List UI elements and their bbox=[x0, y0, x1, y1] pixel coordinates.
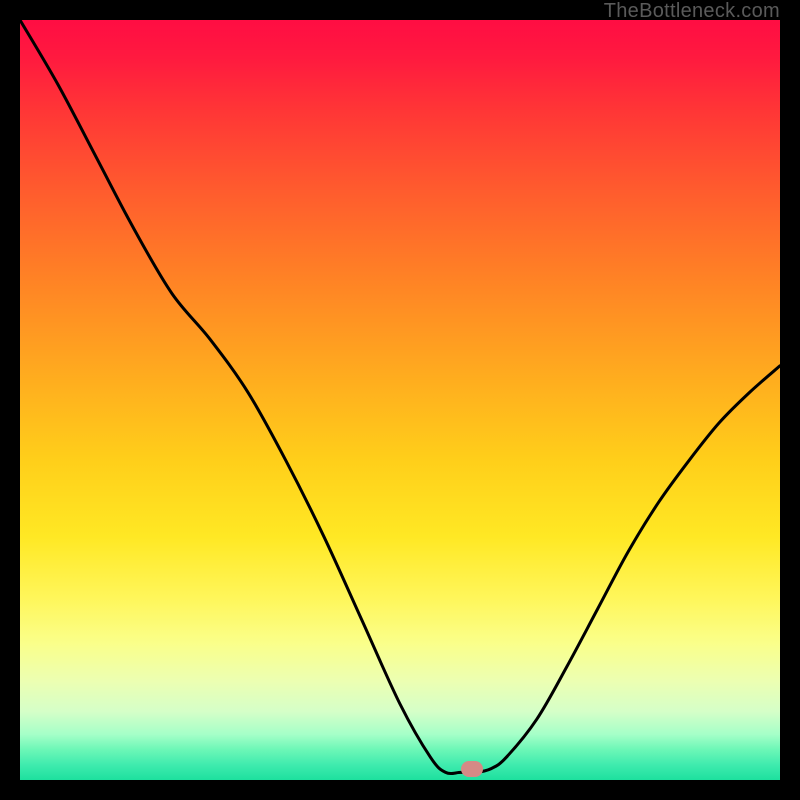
bottleneck-curve bbox=[20, 20, 780, 774]
bottleneck-chart: TheBottleneck.com bbox=[0, 0, 800, 800]
curve-layer bbox=[20, 20, 780, 780]
plot-area bbox=[20, 20, 780, 780]
optimal-point-marker bbox=[461, 761, 483, 777]
